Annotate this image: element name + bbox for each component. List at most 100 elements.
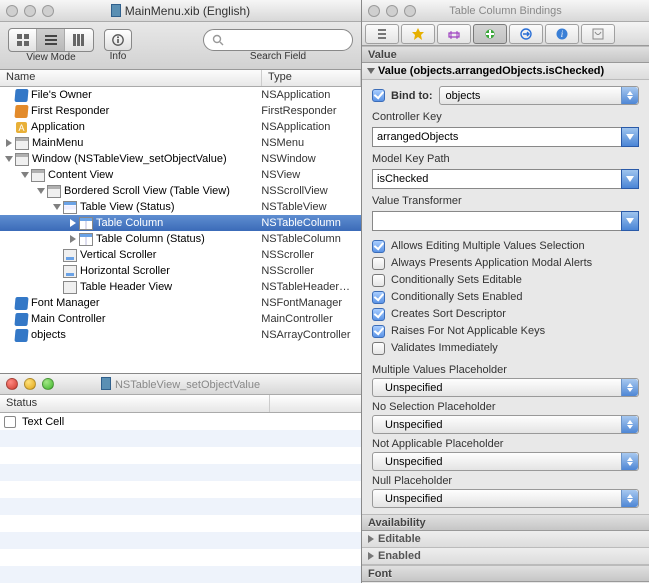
- controller-key-field[interactable]: [372, 127, 639, 147]
- controller-key-input[interactable]: [372, 127, 621, 147]
- checkbox-cell[interactable]: [4, 416, 16, 428]
- table-row[interactable]: objectsNSArrayController: [0, 327, 361, 343]
- bindings-tab-icon[interactable]: [473, 24, 507, 44]
- bind-to-checkbox[interactable]: [372, 89, 385, 102]
- status-column-header[interactable]: Status: [0, 395, 270, 412]
- headerview-icon: [63, 281, 77, 294]
- table-row[interactable]: Main ControllerMainController: [0, 311, 361, 327]
- disclosure-triangle-icon[interactable]: [70, 219, 76, 227]
- stepper-arrows-icon[interactable]: [621, 416, 638, 433]
- table-row[interactable]: [0, 515, 361, 532]
- table-row[interactable]: [0, 549, 361, 566]
- table-row[interactable]: Table Header ViewNSTableHeader…: [0, 279, 361, 295]
- value-binding-panel: Bind to: objects Controller Key Model Ke…: [362, 80, 649, 514]
- option-checkbox[interactable]: [372, 291, 385, 304]
- disclosure-triangle-icon[interactable]: [367, 68, 375, 74]
- size-tab-icon[interactable]: [437, 24, 471, 44]
- disclosure-triangle-icon[interactable]: [21, 172, 29, 178]
- table-row[interactable]: [0, 532, 361, 549]
- option-label: Conditionally Sets Editable: [391, 274, 522, 286]
- placeholder-popup[interactable]: Unspecified: [372, 489, 639, 508]
- view-mode-list-button[interactable]: [37, 29, 65, 51]
- row-name-label: objects: [31, 329, 66, 341]
- document-titlebar[interactable]: MainMenu.xib (English): [0, 0, 361, 22]
- column-type-header[interactable]: Type: [262, 70, 361, 86]
- table-row[interactable]: MainMenuNSMenu: [0, 135, 361, 151]
- disclosure-triangle-icon[interactable]: [6, 139, 12, 147]
- connections-tab-icon[interactable]: [509, 24, 543, 44]
- search-input[interactable]: [203, 29, 353, 51]
- option-row: Conditionally Sets Editable: [372, 272, 639, 288]
- dropdown-arrow-icon[interactable]: [621, 169, 639, 189]
- disclosure-triangle-icon[interactable]: [5, 156, 13, 162]
- disclosure-triangle-icon[interactable]: [37, 188, 45, 194]
- table-row[interactable]: Horizontal ScrollerNSScroller: [0, 263, 361, 279]
- table-row[interactable]: Window (NSTableView_setObjectValue)NSWin…: [0, 151, 361, 167]
- option-checkbox[interactable]: [372, 325, 385, 338]
- table-row[interactable]: AApplicationNSApplication: [0, 119, 361, 135]
- preview-titlebar[interactable]: NSTableView_setObjectValue: [0, 374, 361, 395]
- placeholder-popup[interactable]: Unspecified: [372, 378, 639, 397]
- table-row[interactable]: [0, 464, 361, 481]
- option-checkbox[interactable]: [372, 274, 385, 287]
- value-transformer-input[interactable]: [372, 211, 621, 231]
- table-row[interactable]: [0, 498, 361, 515]
- option-checkbox[interactable]: [372, 342, 385, 355]
- table-row[interactable]: [0, 481, 361, 498]
- row-name-label: Vertical Scroller: [80, 249, 156, 261]
- effects-tab-icon[interactable]: [401, 24, 435, 44]
- option-checkbox[interactable]: [372, 240, 385, 253]
- row-type-label: NSFontManager: [261, 297, 361, 309]
- info-button[interactable]: [104, 29, 132, 51]
- info-group: Info: [104, 29, 132, 62]
- option-checkbox[interactable]: [372, 308, 385, 321]
- stepper-arrows-icon[interactable]: [621, 379, 638, 396]
- disclosure-triangle-icon[interactable]: [368, 535, 374, 543]
- outline-body[interactable]: File's OwnerNSApplicationFirst Responder…: [0, 87, 361, 373]
- preview-table-body[interactable]: Text Cell: [0, 413, 361, 583]
- column-name-header[interactable]: Name: [0, 70, 262, 86]
- placeholder-popup[interactable]: Unspecified: [372, 452, 639, 471]
- dropdown-arrow-icon[interactable]: [621, 127, 639, 147]
- stepper-arrows-icon[interactable]: [621, 490, 638, 507]
- table-row[interactable]: Content ViewNSView: [0, 167, 361, 183]
- table-row[interactable]: [0, 447, 361, 464]
- disclosure-triangle-icon[interactable]: [70, 235, 76, 243]
- inspector-titlebar[interactable]: Table Column Bindings: [362, 0, 649, 22]
- table-row[interactable]: [0, 566, 361, 583]
- empty-column-header[interactable]: [270, 395, 361, 412]
- enabled-disclosure-row[interactable]: Enabled: [362, 548, 649, 565]
- disclosure-triangle-icon[interactable]: [368, 552, 374, 560]
- table-row[interactable]: Table ColumnNSTableColumn: [0, 215, 361, 231]
- table-row[interactable]: File's OwnerNSApplication: [0, 87, 361, 103]
- dropdown-arrow-icon[interactable]: [621, 211, 639, 231]
- stepper-arrows-icon[interactable]: [621, 453, 638, 470]
- attributes-tab-icon[interactable]: [365, 24, 399, 44]
- table-row[interactable]: First ResponderFirstResponder: [0, 103, 361, 119]
- model-key-path-label: Model Key Path: [372, 153, 639, 165]
- model-key-path-input[interactable]: [372, 169, 621, 189]
- editable-disclosure-row[interactable]: Editable: [362, 531, 649, 548]
- row-type-label: NSTableHeader…: [261, 281, 361, 293]
- view-mode-segmented[interactable]: [8, 28, 94, 52]
- table-row[interactable]: Vertical ScrollerNSScroller: [0, 247, 361, 263]
- value-transformer-field[interactable]: [372, 211, 639, 231]
- disclosure-triangle-icon[interactable]: [53, 204, 61, 210]
- view-mode-columns-button[interactable]: [65, 29, 93, 51]
- model-key-path-field[interactable]: [372, 169, 639, 189]
- value-disclosure-row[interactable]: Value (objects.arrangedObjects.isChecked…: [362, 63, 649, 80]
- table-row[interactable]: Table View (Status)NSTableView: [0, 199, 361, 215]
- view-mode-icons-button[interactable]: [9, 29, 37, 51]
- placeholder-value: Unspecified: [385, 382, 442, 394]
- binding-options-list: Allows Editing Multiple Values Selection…: [372, 238, 639, 356]
- placeholder-popup[interactable]: Unspecified: [372, 415, 639, 434]
- identity-tab-icon[interactable]: i: [545, 24, 579, 44]
- table-row[interactable]: Bordered Scroll View (Table View)NSScrol…: [0, 183, 361, 199]
- table-row[interactable]: Table Column (Status)NSTableColumn: [0, 231, 361, 247]
- table-row[interactable]: Text Cell: [0, 413, 361, 430]
- applescript-tab-icon[interactable]: [581, 24, 615, 44]
- option-checkbox[interactable]: [372, 257, 385, 270]
- table-row[interactable]: [0, 430, 361, 447]
- bind-to-popup[interactable]: objects: [439, 86, 639, 105]
- table-row[interactable]: Font ManagerNSFontManager: [0, 295, 361, 311]
